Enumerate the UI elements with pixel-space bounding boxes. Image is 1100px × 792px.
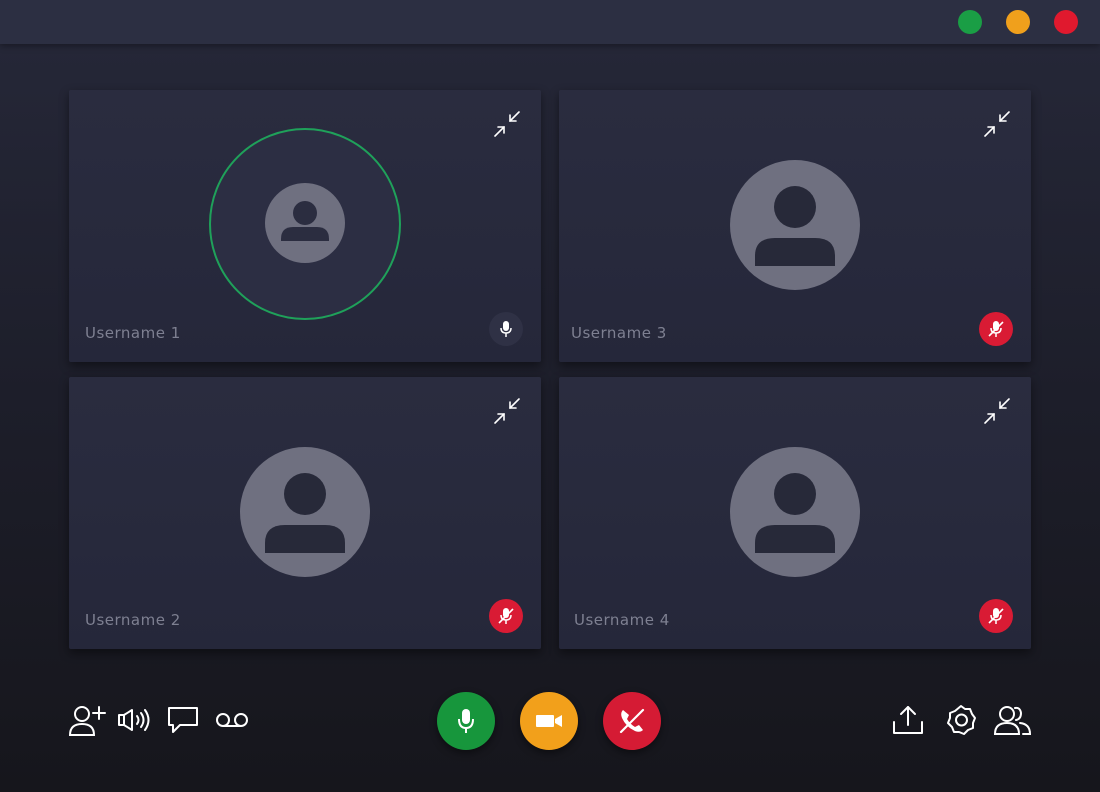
participant-tile-3[interactable]: Username 3 — [559, 90, 1031, 362]
mic-muted-icon — [489, 599, 523, 633]
participant-name: Username 1 — [85, 324, 181, 342]
collapse-icon[interactable] — [981, 108, 1013, 140]
microphone-icon — [458, 709, 474, 733]
mic-muted-icon — [979, 599, 1013, 633]
participant-tile-4[interactable]: Username 4 — [559, 377, 1031, 649]
window-maximize-button[interactable] — [958, 10, 982, 34]
participant-tile-1[interactable]: Username 1 — [69, 90, 541, 362]
camera-icon — [536, 715, 562, 727]
chat-icon[interactable] — [165, 700, 201, 740]
collapse-icon[interactable] — [981, 395, 1013, 427]
user-avatar-icon — [265, 183, 345, 263]
camera-button[interactable] — [520, 692, 578, 750]
collapse-icon[interactable] — [491, 395, 523, 427]
window-close-button[interactable] — [1054, 10, 1078, 34]
voicemail-icon[interactable] — [213, 700, 251, 740]
microphone-button[interactable] — [437, 692, 495, 750]
hang-up-icon — [619, 708, 645, 734]
speaker-icon[interactable] — [116, 700, 154, 740]
settings-icon[interactable] — [942, 700, 980, 740]
add-user-icon[interactable] — [66, 700, 108, 740]
user-avatar-icon — [730, 160, 860, 290]
share-screen-icon[interactable] — [890, 700, 926, 740]
hang-up-button[interactable] — [603, 692, 661, 750]
collapse-icon[interactable] — [491, 108, 523, 140]
title-bar — [0, 0, 1100, 44]
user-avatar-icon — [730, 447, 860, 577]
participant-tile-2[interactable]: Username 2 — [69, 377, 541, 649]
participant-name: Username 2 — [85, 611, 181, 629]
participants-icon[interactable] — [992, 700, 1034, 740]
participant-name: Username 4 — [574, 611, 670, 629]
mic-muted-icon — [979, 312, 1013, 346]
window-minimize-button[interactable] — [1006, 10, 1030, 34]
mic-status-on-icon — [489, 312, 523, 346]
participant-name: Username 3 — [571, 324, 667, 342]
user-avatar-icon — [240, 447, 370, 577]
